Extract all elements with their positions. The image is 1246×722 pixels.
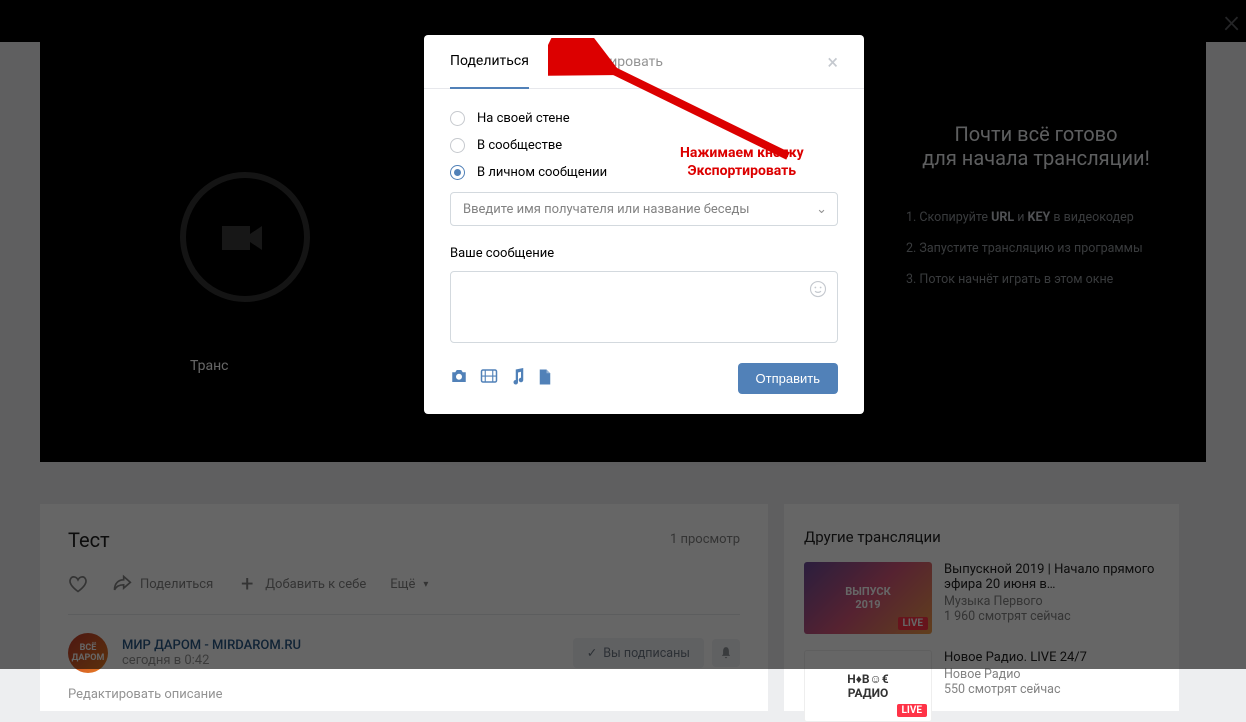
other-channel: Новое Радио bbox=[944, 667, 1087, 682]
radio-icon-checked bbox=[450, 165, 465, 180]
annotation-line1: Нажимаем кнопку bbox=[680, 145, 804, 161]
tab-export[interactable]: Экспортировать bbox=[555, 36, 663, 88]
radio-icon bbox=[450, 111, 465, 126]
modal-close-icon[interactable]: × bbox=[827, 50, 838, 74]
radio-wall[interactable]: На своей стене bbox=[450, 111, 838, 126]
message-label: Ваше сообщение bbox=[450, 246, 838, 261]
modal-tabs: Поделиться Экспортировать × bbox=[424, 35, 864, 89]
radio-wall-label: На своей стене bbox=[477, 111, 570, 126]
radio-icon bbox=[450, 138, 465, 153]
message-input[interactable] bbox=[450, 271, 838, 343]
share-modal: Поделиться Экспортировать × На своей сте… bbox=[424, 35, 864, 414]
radio-community-label: В сообществе bbox=[477, 138, 562, 153]
emoji-icon[interactable] bbox=[809, 280, 827, 302]
chevron-down-icon: ⌄ bbox=[816, 202, 827, 217]
annotation-text: Нажимаем кнопку Экспортировать bbox=[680, 144, 804, 180]
thumb-text: Н♦В☺€ РАДИО bbox=[847, 672, 888, 700]
tab-share[interactable]: Поделиться bbox=[450, 35, 529, 89]
send-button[interactable]: Отправить bbox=[738, 363, 838, 394]
document-icon[interactable] bbox=[538, 368, 552, 390]
other-viewers: 550 смотрят сейчас bbox=[944, 682, 1087, 697]
photo-icon[interactable] bbox=[450, 368, 468, 390]
annotation-line2: Экспортировать bbox=[688, 163, 797, 179]
audio-icon[interactable] bbox=[510, 368, 526, 390]
video-icon[interactable] bbox=[480, 368, 498, 390]
modal-body: На своей стене В сообществе В личном соо… bbox=[424, 89, 864, 414]
modal-footer: Отправить bbox=[450, 363, 838, 394]
edit-description[interactable]: Редактировать описание bbox=[68, 687, 740, 702]
attach-icons bbox=[450, 368, 552, 390]
live-badge: LIVE bbox=[897, 704, 928, 717]
recipient-input[interactable]: Введите имя получателя или название бесе… bbox=[450, 192, 838, 226]
recipient-placeholder: Введите имя получателя или название бесе… bbox=[463, 202, 749, 217]
radio-message-label: В личном сообщении bbox=[477, 165, 607, 180]
